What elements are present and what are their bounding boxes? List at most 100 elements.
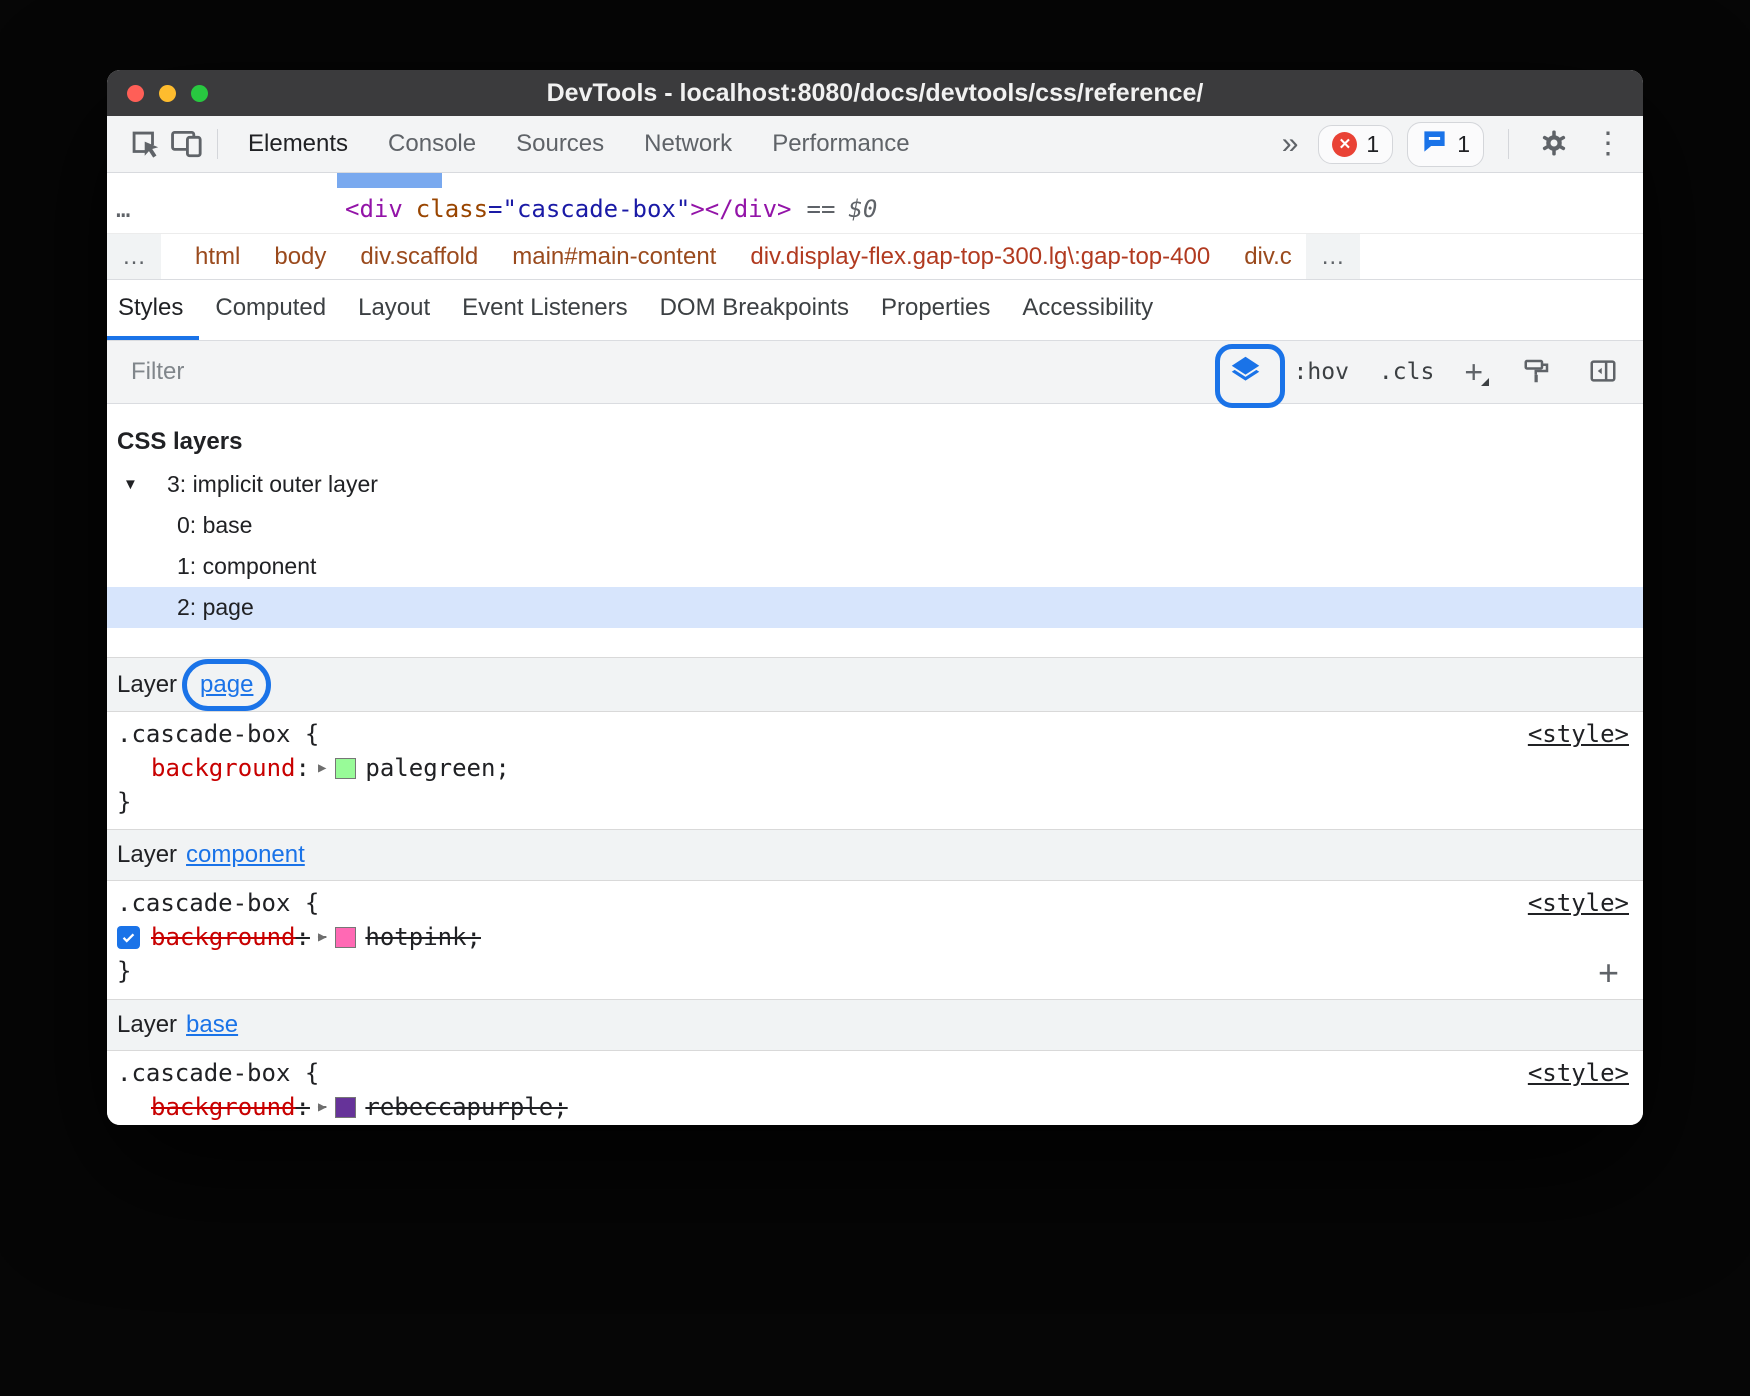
- annotation-ring-page-link: page: [182, 659, 271, 711]
- rule-selector[interactable]: .cascade-box {: [117, 889, 319, 917]
- tab-accessibility[interactable]: Accessibility: [1006, 280, 1169, 340]
- main-toolbar: Elements Console Sources Network Perform…: [107, 116, 1643, 173]
- rule-selector-line: .cascade-box {: [107, 717, 1643, 751]
- tab-layout[interactable]: Layout: [342, 280, 446, 340]
- selected-dom-node[interactable]: <divclass="cascade-box"></div>==$0: [345, 195, 877, 223]
- layer-link-component[interactable]: component: [186, 841, 305, 869]
- toolbar-right-group: » ✕ 1 1: [1276, 122, 1627, 167]
- close-button[interactable]: [127, 85, 144, 102]
- layer-tree-root-label: 3: implicit outer layer: [167, 471, 378, 498]
- layer-tree-item-base[interactable]: 0: base: [107, 505, 1643, 546]
- breadcrumb-overflow-right[interactable]: …: [1306, 234, 1360, 279]
- declaration-checkbox[interactable]: [117, 926, 140, 949]
- new-style-rule-button[interactable]: +: [1464, 356, 1489, 388]
- property-value[interactable]: palegreen;: [365, 754, 510, 782]
- settings-button[interactable]: [1533, 123, 1575, 165]
- rule-selector-line: .cascade-box {: [107, 886, 1643, 920]
- rule-selector[interactable]: .cascade-box {: [117, 720, 319, 748]
- toggle-css-layers-button[interactable]: [1228, 354, 1264, 390]
- issues-badge[interactable]: 1: [1407, 122, 1484, 167]
- layer-link-base[interactable]: base: [186, 1011, 238, 1039]
- device-toolbar-button[interactable]: [165, 123, 207, 165]
- error-count: 1: [1366, 131, 1379, 158]
- color-swatch-rebeccapurple[interactable]: [335, 1097, 356, 1118]
- breadcrumb-main-content[interactable]: main#main-content: [512, 243, 716, 271]
- breadcrumb-display-flex[interactable]: div.display-flex.gap-top-300.lg\:gap-top…: [750, 243, 1210, 271]
- gear-icon: [1539, 128, 1569, 161]
- property-name[interactable]: background: [151, 1093, 296, 1121]
- tab-elements[interactable]: Elements: [228, 116, 368, 172]
- tab-properties[interactable]: Properties: [865, 280, 1006, 340]
- style-rule-page: .cascade-box { background: ▶ palegreen; }…: [107, 712, 1643, 829]
- property-value[interactable]: hotpink;: [365, 923, 481, 951]
- breadcrumb-body[interactable]: body: [274, 243, 326, 271]
- window-titlebar: DevTools - localhost:8080/docs/devtools/…: [107, 70, 1643, 116]
- colon: :: [296, 754, 310, 782]
- show-sidebar-button[interactable]: [1585, 354, 1621, 390]
- attr-value-token: ="cascade-box": [488, 195, 690, 223]
- breadcrumb-overflow-left[interactable]: …: [107, 234, 161, 279]
- property-name[interactable]: background: [151, 754, 296, 782]
- dropdown-caret-icon: [1481, 378, 1489, 386]
- toggle-element-classes-button[interactable]: .cls: [1379, 359, 1434, 385]
- tab-sources[interactable]: Sources: [496, 116, 624, 172]
- kebab-menu-icon[interactable]: ⋮: [1589, 129, 1627, 159]
- layers-icon: [1229, 354, 1262, 390]
- more-tabs-button[interactable]: »: [1276, 129, 1305, 159]
- insert-style-rule-button[interactable]: +: [1598, 955, 1619, 991]
- property-value[interactable]: rebeccapurple;: [365, 1093, 567, 1121]
- devtools-window: DevTools - localhost:8080/docs/devtools/…: [107, 70, 1643, 1125]
- tab-styles[interactable]: Styles: [107, 280, 199, 340]
- colon: :: [296, 923, 310, 951]
- breadcrumb: … html body div.scaffold main#main-conte…: [107, 233, 1643, 280]
- expand-shorthand-icon[interactable]: ▶: [318, 1099, 326, 1115]
- rule-close-line: }: [107, 954, 1643, 988]
- tab-event-listeners[interactable]: Event Listeners: [446, 280, 643, 340]
- layer-label: Layer: [117, 841, 177, 869]
- device-toolbar-icon: [169, 126, 203, 163]
- color-swatch-hotpink[interactable]: [335, 927, 356, 948]
- layer-tree-item-page[interactable]: 2: page: [107, 587, 1643, 628]
- expand-shorthand-icon[interactable]: ▶: [318, 760, 326, 776]
- style-source-link[interactable]: <style>: [1528, 1059, 1629, 1087]
- toggle-pseudo-state-button[interactable]: :hov: [1294, 359, 1349, 385]
- layer-section-header-component: Layer component: [107, 829, 1643, 881]
- inspect-element-button[interactable]: [123, 123, 165, 165]
- inspect-cursor-icon: [127, 126, 161, 163]
- colon: :: [296, 1093, 310, 1121]
- style-source-link[interactable]: <style>: [1528, 720, 1629, 748]
- property-name[interactable]: background: [151, 923, 296, 951]
- tab-console[interactable]: Console: [368, 116, 496, 172]
- styles-filter-bar: :hov .cls +: [107, 341, 1643, 404]
- layer-tree-item-component[interactable]: 1: component: [107, 546, 1643, 587]
- style-source-link[interactable]: <style>: [1528, 889, 1629, 917]
- style-rule-component: .cascade-box { background: ▶ hotpink; } <…: [107, 881, 1643, 999]
- toolbar-separator: [1508, 129, 1509, 159]
- declaration-line: background: ▶ hotpink;: [107, 920, 1643, 954]
- breadcrumb-html[interactable]: html: [195, 243, 240, 271]
- zoom-button[interactable]: [191, 85, 208, 102]
- filter-input[interactable]: [129, 357, 633, 387]
- rendering-emulation-button[interactable]: [1519, 354, 1555, 390]
- breadcrumb-scaffold[interactable]: div.scaffold: [360, 243, 478, 271]
- error-badge[interactable]: ✕ 1: [1318, 125, 1393, 164]
- rule-close-line: }: [107, 785, 1643, 819]
- tag-open-token: <div: [345, 195, 403, 223]
- declaration-line: background: ▶ rebeccapurple;: [107, 1090, 1643, 1124]
- minimize-button[interactable]: [159, 85, 176, 102]
- color-swatch-palegreen[interactable]: [335, 758, 356, 779]
- breadcrumb-truncated[interactable]: div.c: [1244, 243, 1292, 271]
- expand-shorthand-icon[interactable]: ▶: [318, 929, 326, 945]
- tab-network[interactable]: Network: [624, 116, 752, 172]
- tab-performance[interactable]: Performance: [752, 116, 929, 172]
- tab-computed[interactable]: Computed: [199, 280, 342, 340]
- layer-tree-root[interactable]: ▼ 3: implicit outer layer: [107, 464, 1643, 505]
- layer-section-header-base: Layer base: [107, 999, 1643, 1051]
- rule-selector[interactable]: .cascade-box {: [117, 1059, 319, 1087]
- rule-close-line: }: [107, 1124, 1643, 1125]
- layer-link-page[interactable]: page: [200, 671, 253, 699]
- sidebar-panel-icon: [1588, 356, 1618, 389]
- chevron-down-icon[interactable]: ▼: [123, 476, 153, 493]
- window-title: DevTools - localhost:8080/docs/devtools/…: [107, 79, 1643, 108]
- tab-dom-breakpoints[interactable]: DOM Breakpoints: [644, 280, 865, 340]
